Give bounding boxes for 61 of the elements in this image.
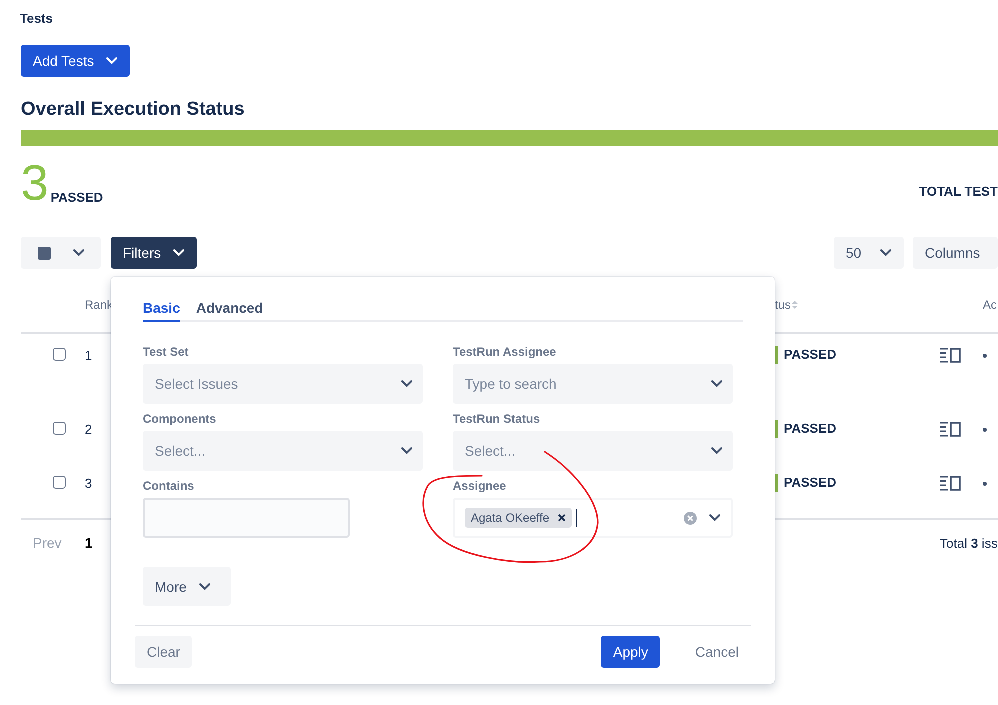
field-label: Test Set xyxy=(143,344,190,360)
input-field[interactable] xyxy=(143,498,350,538)
apply-button[interactable]: Apply xyxy=(601,636,660,668)
sort-icon xyxy=(792,300,798,310)
rank-cell: 2 xyxy=(85,422,92,437)
details-icon[interactable] xyxy=(940,348,961,363)
status-label: PASSED xyxy=(783,474,836,492)
add-tests-button[interactable]: Add Tests xyxy=(21,45,130,77)
field-label: Assignee xyxy=(453,478,508,494)
tab[interactable]: Basic xyxy=(143,298,180,322)
columns-button[interactable]: Columns xyxy=(913,237,998,269)
checkbox-icon xyxy=(38,246,50,260)
field-label: TestRun Assignee xyxy=(453,344,558,360)
row-checkbox[interactable] xyxy=(53,476,66,489)
passed-count: 3 xyxy=(21,159,49,207)
rank-cell: 3 xyxy=(85,476,92,491)
more-icon[interactable] xyxy=(983,482,987,486)
chevron-down-icon xyxy=(711,380,723,388)
tag: Agata OKeeffe xyxy=(465,508,572,528)
details-icon[interactable] xyxy=(940,476,961,491)
select-field[interactable]: Agata OKeeffe xyxy=(453,498,733,538)
chevron-down-icon xyxy=(711,447,723,455)
column-header: tus xyxy=(775,298,792,312)
chevron-down-icon xyxy=(106,57,118,65)
select-field[interactable]: Select... xyxy=(453,431,733,471)
field-label: TestRun Status xyxy=(453,411,542,427)
chevron-down-icon xyxy=(709,514,721,522)
page-size-select[interactable]: 50 xyxy=(834,237,904,269)
total-label: TOTAL TEST xyxy=(919,184,998,199)
passed-label: PASSED xyxy=(50,190,104,205)
chevron-down-icon xyxy=(880,249,892,257)
row-checkbox[interactable] xyxy=(53,422,66,435)
tab[interactable]: Advanced xyxy=(196,298,264,322)
filters-button[interactable]: Filters xyxy=(111,237,198,269)
field-label: Contains xyxy=(143,478,196,494)
status-label: PASSED xyxy=(783,346,836,364)
row-checkbox[interactable] xyxy=(53,348,66,361)
clear-button[interactable]: Clear xyxy=(135,636,192,668)
more-button[interactable]: More xyxy=(143,567,231,606)
select-dropdown[interactable] xyxy=(21,237,101,269)
page-title: Tests xyxy=(20,10,54,28)
chevron-down-icon xyxy=(173,249,186,257)
status-label: PASSED xyxy=(783,420,836,438)
select-field[interactable]: Select... xyxy=(143,431,423,471)
column-header: Ac xyxy=(983,298,998,312)
more-icon[interactable] xyxy=(983,354,987,358)
select-field[interactable]: Select Issues xyxy=(143,364,423,404)
page-link[interactable]: 1 xyxy=(85,535,93,551)
remove-icon[interactable] xyxy=(558,514,566,522)
select-field[interactable]: Type to search xyxy=(453,364,733,404)
chevron-down-icon xyxy=(401,447,413,455)
details-icon[interactable] xyxy=(940,422,961,437)
field-label: Components xyxy=(143,411,218,427)
more-icon[interactable] xyxy=(983,428,987,432)
cancel-button[interactable]: Cancel xyxy=(683,636,751,668)
chevron-down-icon xyxy=(401,380,413,388)
total-count: Total 3 iss xyxy=(939,536,998,550)
section-title: Overall Execution Status xyxy=(21,98,246,122)
rank-cell: 1 xyxy=(85,348,92,363)
chevron-down-icon xyxy=(72,249,84,257)
chevron-down-icon xyxy=(198,582,211,590)
